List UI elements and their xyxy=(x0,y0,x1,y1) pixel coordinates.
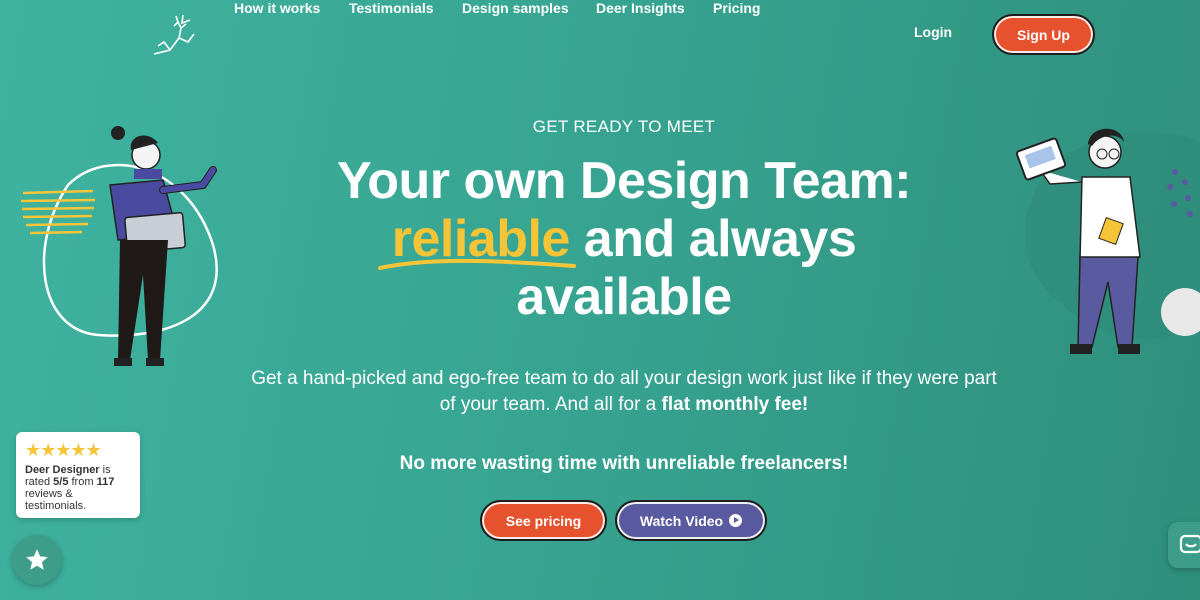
reviews-widget-button[interactable] xyxy=(12,535,62,585)
rating-from: from xyxy=(68,476,97,488)
hero-subtitle: Get a hand-picked and ego-free team to d… xyxy=(250,366,998,418)
watch-video-label: Watch Video xyxy=(639,512,724,529)
hero-tagline: No more wasting time with unreliable fre… xyxy=(399,453,849,474)
nav-how-it-works[interactable]: How it works xyxy=(234,0,320,16)
nav-deer-insights[interactable]: Deer Insights xyxy=(596,0,685,16)
hero-title-line3: available xyxy=(516,268,732,326)
rating-stars: ★★★★★ xyxy=(25,440,102,460)
rating-brand: Deer Designer xyxy=(25,464,100,476)
chat-widget-button[interactable] xyxy=(1168,522,1200,568)
rating-is: is xyxy=(99,464,111,476)
hero-title-line2-rest: and always xyxy=(569,210,857,268)
nav-design-samples[interactable]: Design samples xyxy=(462,0,569,16)
play-icon xyxy=(729,514,743,527)
hero-title-line2: reliable and always xyxy=(0,210,1200,268)
rating-card[interactable]: ★★★★★ Deer Designer is rated 5/5 from 117… xyxy=(16,432,140,518)
rating-score: 5/5 xyxy=(53,476,69,488)
rating-rated: rated xyxy=(25,476,54,488)
deer-logo-icon[interactable] xyxy=(150,12,202,56)
nav-testimonials[interactable]: Testimonials xyxy=(349,0,434,16)
see-pricing-button[interactable]: See pricing xyxy=(480,500,607,541)
chat-icon xyxy=(1179,534,1200,554)
star-icon xyxy=(26,549,48,570)
hero-eyebrow: GET READY TO MEET xyxy=(532,117,716,136)
hero-title-line1: Your own Design Team: xyxy=(336,152,912,210)
hero-subtitle-text: Get a hand-picked and ego-free team to d… xyxy=(251,368,997,415)
nav-pricing[interactable]: Pricing xyxy=(713,0,760,16)
see-pricing-label: See pricing xyxy=(505,512,582,529)
rating-rest: reviews & testimonials. xyxy=(25,488,87,512)
login-link[interactable]: Login xyxy=(914,24,952,40)
signup-button[interactable]: Sign Up xyxy=(992,14,1095,55)
watch-video-button[interactable]: Watch Video xyxy=(615,500,767,541)
hero-subtitle-bold: flat monthly fee! xyxy=(661,394,809,415)
rating-text: Deer Designer is rated 5/5 from 117 revie… xyxy=(25,464,131,512)
rating-count: 117 xyxy=(96,476,115,488)
